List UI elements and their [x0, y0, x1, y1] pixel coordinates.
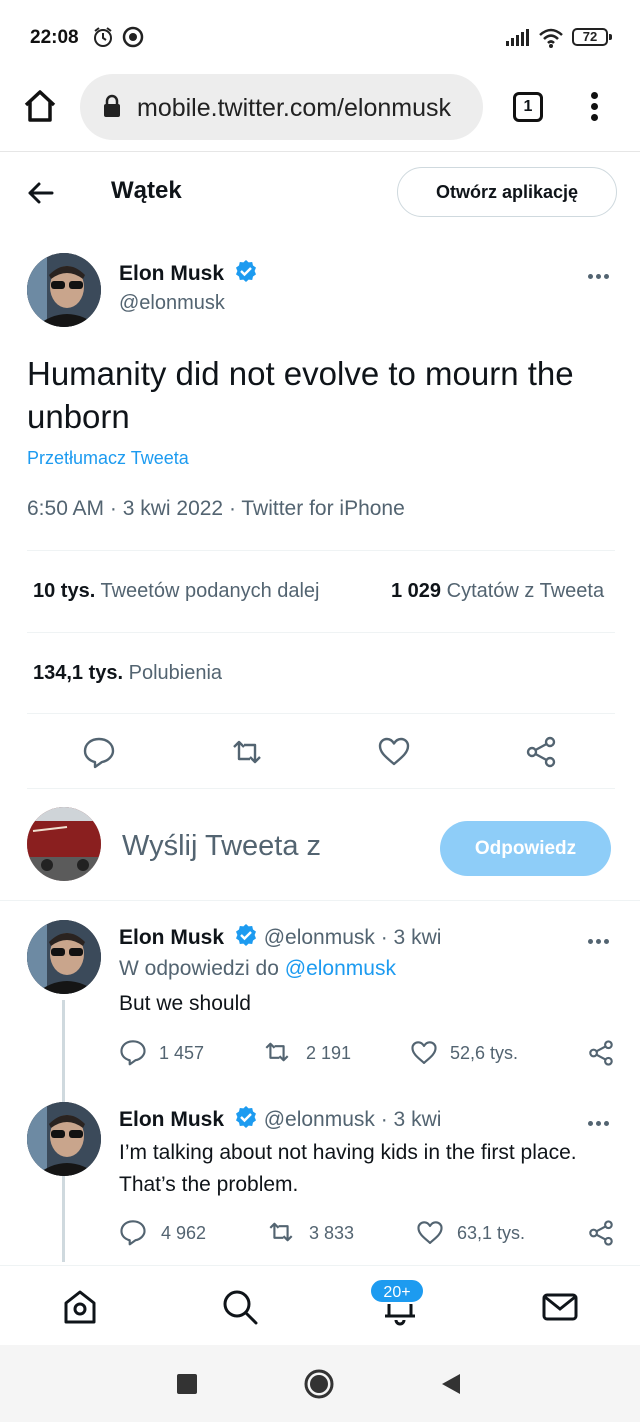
likes-stat[interactable]: 134,1 tys. Polubienia: [33, 662, 222, 685]
notifications-badge: 20+: [369, 1278, 425, 1304]
mail-icon[interactable]: [541, 1288, 579, 1326]
search-icon[interactable]: [221, 1288, 259, 1326]
browser-toolbar: mobile.twitter.com/elonmusk 1: [0, 72, 640, 152]
reply-author[interactable]: Elon Musk @elonmusk · 3 kwi: [119, 923, 441, 950]
quotes-count: 1 029: [391, 580, 442, 602]
record-icon: [122, 26, 144, 48]
like-icon[interactable]: [377, 735, 411, 769]
url-text[interactable]: mobile.twitter.com/elonmusk: [137, 94, 477, 123]
author-handle[interactable]: @elonmusk: [119, 292, 225, 315]
triangle-back-icon[interactable]: [440, 1372, 462, 1396]
share-icon[interactable]: [524, 735, 558, 769]
like-count: 63,1 tys.: [457, 1223, 526, 1243]
reply-icon[interactable]: [119, 1218, 147, 1246]
reply-button[interactable]: Odpowiedz: [440, 821, 611, 876]
avatar[interactable]: [27, 253, 101, 327]
back-arrow-icon[interactable]: [24, 176, 58, 210]
reply-to-handle[interactable]: @elonmusk: [285, 957, 396, 980]
status-bar: 22:08 72: [0, 0, 640, 72]
home-icon[interactable]: [20, 86, 60, 126]
share-icon[interactable]: [587, 1219, 615, 1247]
tweet-meta: 6:50 AM · 3 kwi 2022 · Twitter for iPhon…: [27, 497, 405, 520]
quotes-stat[interactable]: 1 029 Cytatów z Tweeta: [391, 580, 604, 603]
like-icon[interactable]: [410, 1039, 438, 1067]
menu-icon[interactable]: [583, 92, 605, 124]
tabs-icon[interactable]: 1: [513, 92, 543, 122]
square-icon[interactable]: [176, 1373, 198, 1395]
likes-count: 134,1 tys.: [33, 662, 124, 684]
reply-icon[interactable]: [82, 735, 116, 769]
retweet-count: 2 191: [306, 1043, 352, 1063]
translate-link[interactable]: Przetłumacz Tweeta: [27, 448, 189, 469]
like-icon[interactable]: [416, 1219, 444, 1247]
status-time: 22:08: [30, 27, 79, 48]
page-title: Wątek: [111, 177, 182, 204]
author-name[interactable]: Elon Musk: [119, 259, 258, 286]
like-count: 52,6 tys.: [450, 1043, 519, 1063]
retweet-icon[interactable]: [266, 1218, 296, 1246]
author-handle[interactable]: @elonmusk · 3 kwi: [264, 926, 442, 949]
reply-author[interactable]: Elon Musk @elonmusk · 3 kwi: [119, 1105, 441, 1132]
more-icon[interactable]: [588, 266, 614, 279]
verified-icon: [235, 260, 256, 282]
lock-icon: [104, 94, 120, 117]
retweets-count: 10 tys.: [33, 580, 96, 602]
author-handle[interactable]: @elonmusk · 3 kwi: [264, 1108, 442, 1131]
reply-text: But we should: [119, 992, 251, 1015]
retweet-count: 3 833: [309, 1223, 355, 1243]
retweet-icon[interactable]: [230, 735, 264, 769]
more-icon[interactable]: [588, 931, 614, 944]
quotes-label: Cytatów z Tweeta: [446, 580, 605, 602]
retweet-icon[interactable]: [262, 1038, 292, 1066]
alarm-icon: [94, 27, 112, 47]
open-app-button[interactable]: Otwórz aplikację: [397, 167, 617, 217]
reply-count: 1 457: [159, 1043, 205, 1063]
reply-icon[interactable]: [119, 1038, 147, 1066]
signal-icon: [506, 29, 529, 46]
compose-prompt[interactable]: Wyślij Tweeta z: [122, 830, 321, 863]
reply-context: W odpowiedzi do @elonmusk: [119, 957, 396, 981]
author-name-text[interactable]: Elon Musk: [119, 262, 224, 285]
likes-label: Polubienia: [128, 662, 223, 684]
author-name-text[interactable]: Elon Musk: [119, 926, 224, 949]
divider: [27, 788, 615, 789]
divider: [27, 550, 615, 551]
twitter-home-icon[interactable]: [61, 1288, 99, 1326]
reply-text: I’m talking about not having kids in the…: [119, 1141, 577, 1196]
author-name-text[interactable]: Elon Musk: [119, 1108, 224, 1131]
avatar[interactable]: [27, 920, 101, 994]
user-avatar[interactable]: [27, 807, 101, 881]
retweets-stat[interactable]: 10 tys. Tweetów podanych dalej: [33, 580, 320, 603]
retweets-label: Tweetów podanych dalej: [100, 580, 320, 602]
divider: [27, 713, 615, 714]
wifi-icon: [539, 28, 563, 48]
reply-to-prefix: W odpowiedzi do: [119, 957, 279, 980]
verified-icon: [235, 924, 256, 946]
share-icon[interactable]: [587, 1039, 615, 1067]
divider: [27, 632, 615, 633]
more-icon[interactable]: [588, 1113, 614, 1126]
system-navigation: [0, 1345, 640, 1422]
avatar[interactable]: [27, 1102, 101, 1176]
reply-count: 4 962: [161, 1223, 207, 1243]
battery-icon: 72: [572, 28, 612, 46]
divider: [0, 900, 640, 901]
circle-icon[interactable]: [303, 1368, 335, 1400]
bottom-navigation: 20+: [0, 1265, 640, 1345]
address-bar[interactable]: mobile.twitter.com/elonmusk: [80, 74, 483, 140]
verified-icon: [235, 1106, 256, 1128]
tweet-text: Humanity did not evolve to mourn the unb…: [27, 355, 574, 435]
